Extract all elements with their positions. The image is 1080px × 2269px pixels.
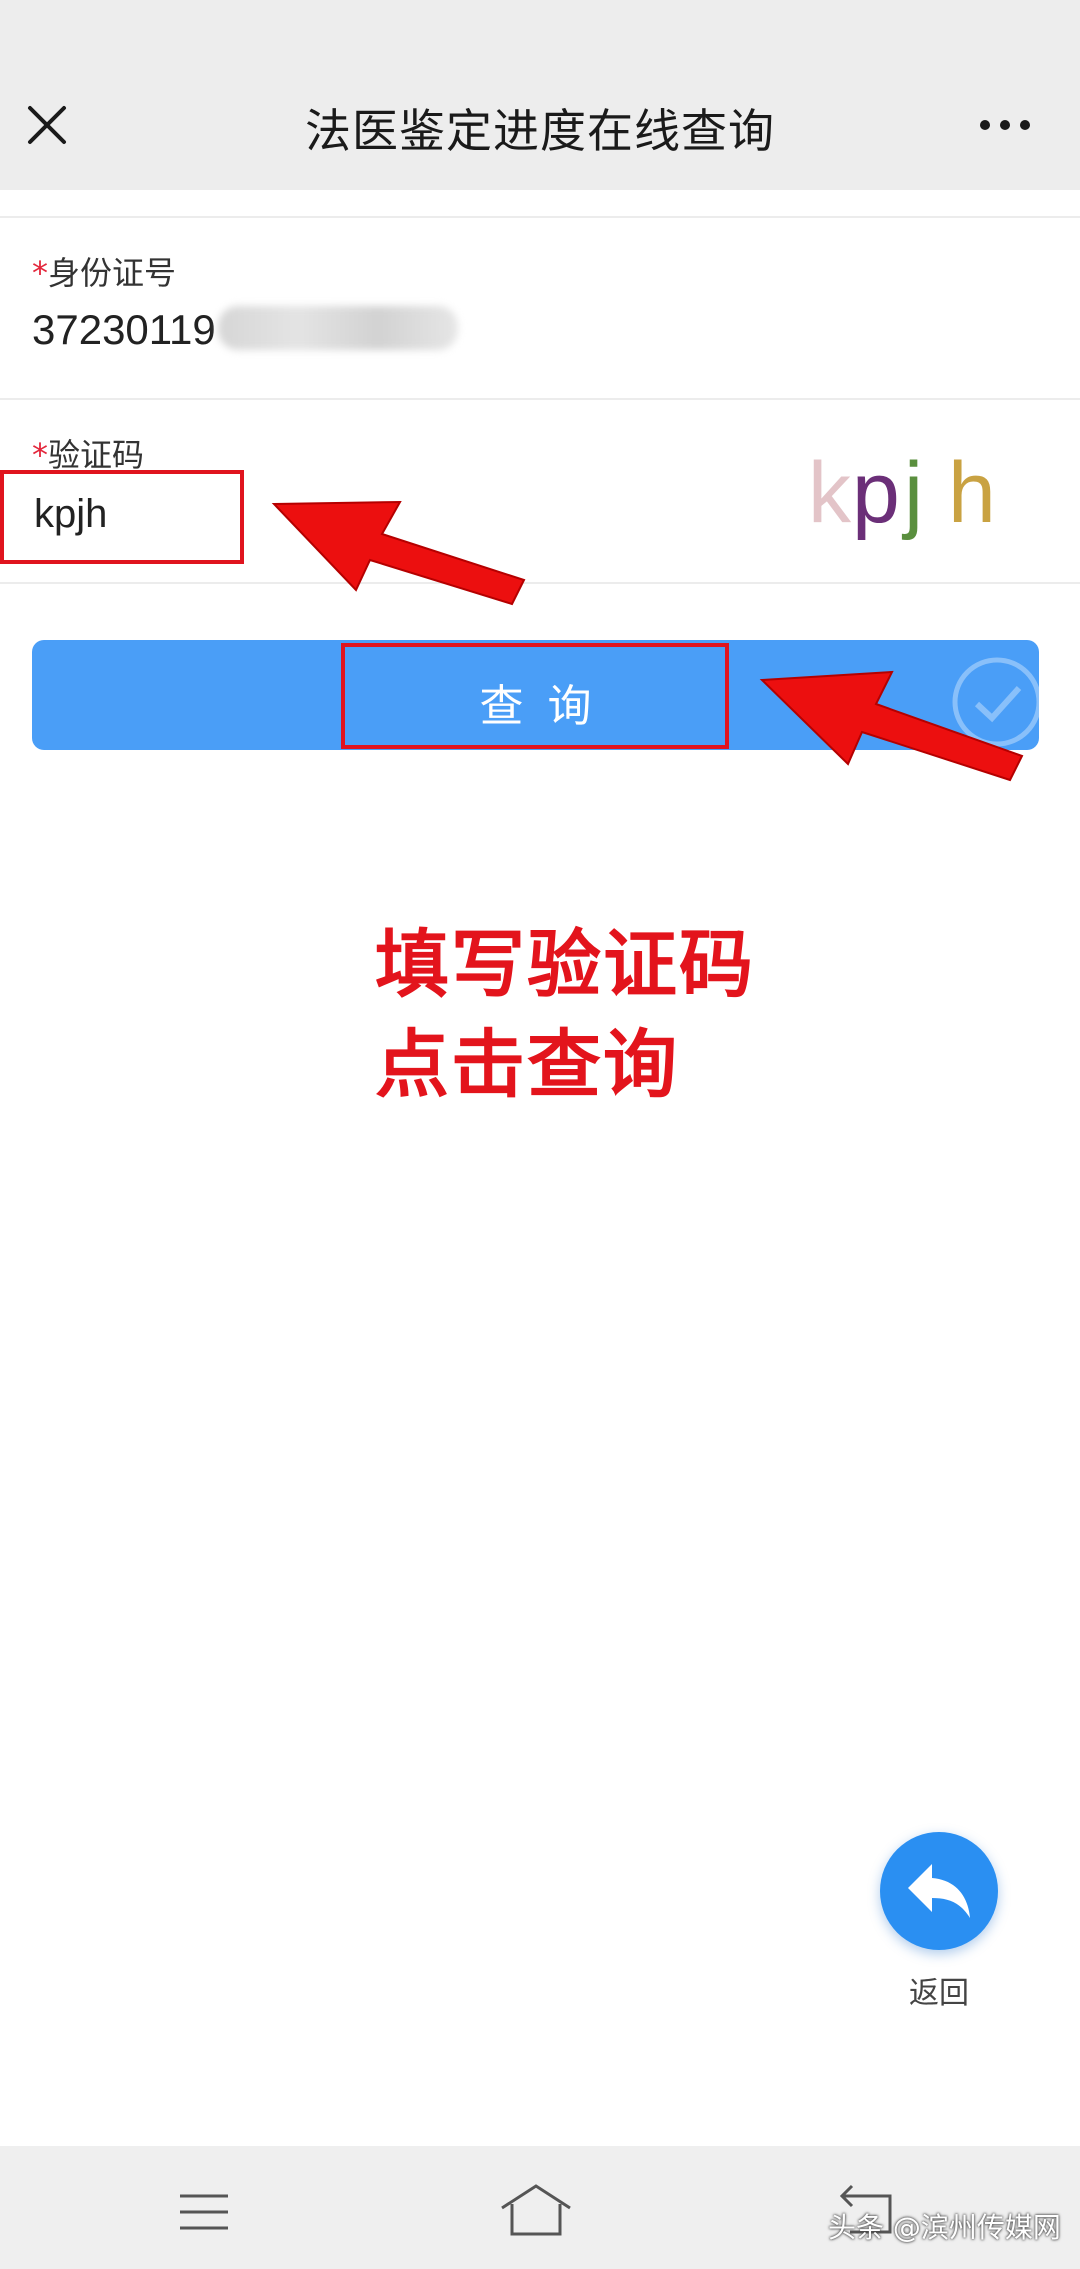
- annotation-line-2: 点击查询: [375, 1022, 679, 1108]
- svg-text:h: h: [948, 445, 996, 541]
- watermark: 头条 @滨州传媒网: [828, 2211, 1061, 2244]
- bottom-nav-bar: 头条 @滨州传媒网: [0, 2146, 1080, 2269]
- captcha-input-value: kpjh: [34, 492, 108, 536]
- arrow-to-query-icon: [759, 670, 1024, 782]
- svg-text:k: k: [808, 445, 852, 541]
- captcha-input[interactable]: kpjh: [0, 470, 244, 564]
- arrow-to-captcha-icon: [271, 500, 526, 606]
- id-number-label: *身份证号: [32, 248, 176, 294]
- more-icon[interactable]: [975, 100, 1035, 150]
- required-mark: *: [32, 254, 48, 292]
- captcha-image[interactable]: k p j h: [808, 430, 1008, 550]
- captcha-label-text: 验证码: [48, 436, 145, 474]
- back-label: 返回: [909, 1976, 969, 2011]
- id-number-masked: [218, 306, 458, 350]
- divider: [0, 582, 1080, 584]
- svg-text:p: p: [852, 445, 900, 541]
- divider: [0, 216, 1080, 218]
- svg-text:j: j: [901, 445, 923, 541]
- home-icon[interactable]: [498, 2182, 574, 2238]
- divider: [0, 398, 1080, 400]
- menu-icon[interactable]: [176, 2190, 232, 2234]
- reply-arrow-icon: [908, 1864, 970, 1918]
- back-floating-button[interactable]: [880, 1832, 998, 1950]
- query-highlight-box: [341, 643, 729, 749]
- required-mark: *: [32, 436, 48, 474]
- annotation-line-1: 填写验证码: [375, 922, 755, 1008]
- top-bar: 法医鉴定进度在线查询: [0, 0, 1080, 190]
- id-number-label-text: 身份证号: [48, 254, 177, 292]
- id-number-field[interactable]: 37230119: [32, 306, 216, 354]
- page-title: 法医鉴定进度在线查询: [305, 104, 775, 158]
